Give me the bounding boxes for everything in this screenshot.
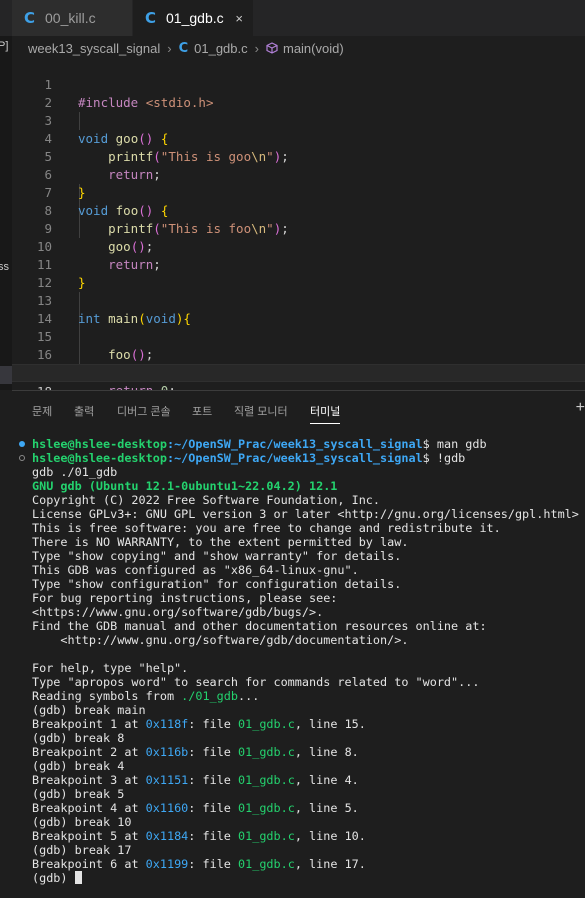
terminal-line: hslee@hslee-desktop:~/OpenSW_Prac/week13… bbox=[32, 437, 487, 451]
add-terminal-icon[interactable]: + bbox=[576, 399, 585, 417]
terminal-line: Copyright (C) 2022 Free Software Foundat… bbox=[32, 493, 381, 507]
terminal-line: (gdb) break 8 bbox=[32, 731, 125, 745]
breakpoint-line: Breakpoint 3 at 0x1151: file 01_gdb.c, l… bbox=[32, 773, 359, 787]
tab-label: 00_kill.c bbox=[45, 10, 96, 26]
code-line: 5 return; bbox=[44, 149, 161, 182]
terminal-line: There is NO WARRANTY, to the extent perm… bbox=[32, 535, 409, 549]
code-line: 11 } bbox=[36, 257, 86, 290]
tab-problems[interactable]: 문제 bbox=[32, 403, 52, 419]
terminal-line: gdb ./01_gdb bbox=[32, 465, 118, 479]
tab-terminal[interactable]: 터미널 bbox=[310, 403, 341, 424]
code-line: 9 goo(); bbox=[44, 221, 154, 254]
terminal-line: (gdb) break 17 bbox=[32, 843, 132, 857]
code-line: 17 return 0; bbox=[12, 346, 585, 398]
code-line: 13 int main(void){ bbox=[36, 293, 191, 326]
code-line: 10 return; bbox=[36, 239, 161, 272]
terminal-line: Type "show copying" and "show warranty" … bbox=[32, 549, 402, 563]
chevron-right-icon: › bbox=[167, 40, 172, 56]
side-panel-selection bbox=[0, 366, 12, 384]
code-line: 3 void goo() { bbox=[44, 113, 169, 146]
code-line: 8 printf("This is foo\n"); bbox=[44, 203, 289, 236]
terminal-line: Reading symbols from ./01_gdb... bbox=[32, 689, 260, 703]
code-line: 7 void foo() { bbox=[44, 185, 169, 218]
command-success-icon bbox=[19, 441, 25, 447]
breadcrumb-file[interactable]: 01_gdb.c bbox=[194, 41, 248, 56]
terminal-prompt-line: (gdb) bbox=[32, 871, 585, 885]
bottom-panel: 문제 출력 디버그 콘솔 포트 직렬 모니터 터미널 + hslee@hslee… bbox=[12, 390, 585, 898]
terminal-cursor bbox=[74, 871, 82, 884]
code-line-current: 18 } bbox=[12, 364, 585, 417]
tab-serial-monitor[interactable]: 직렬 모니터 bbox=[234, 403, 288, 419]
side-panel-text: P] bbox=[0, 40, 9, 52]
c-file-icon: C bbox=[145, 9, 157, 27]
side-panel-text: ss bbox=[0, 261, 9, 273]
code-line: 16 bbox=[36, 347, 52, 362]
close-icon[interactable]: × bbox=[235, 11, 243, 26]
tab-label: 01_gdb.c bbox=[166, 10, 224, 26]
breadcrumb-folder[interactable]: week13_syscall_signal bbox=[28, 41, 160, 56]
c-file-icon: C bbox=[24, 9, 36, 27]
terminal-line: (gdb) break main bbox=[32, 703, 146, 717]
terminal-line: License GPLv3+: GNU GPL version 3 or lat… bbox=[32, 507, 579, 521]
editor-tab-bar: C 00_kill.c C 01_gdb.c × bbox=[0, 0, 585, 36]
terminal-line: This GDB was configured as "x86_64-linux… bbox=[32, 563, 359, 577]
code-line: 15 foo(); bbox=[36, 329, 154, 362]
c-file-icon: C bbox=[178, 40, 189, 56]
terminal-line: <http://www.gnu.org/software/gdb/documen… bbox=[32, 633, 409, 647]
tab-ports[interactable]: 포트 bbox=[192, 403, 212, 419]
terminal-line: hslee@hslee-desktop:~/OpenSW_Prac/week13… bbox=[32, 451, 466, 465]
terminal-line: GNU gdb (Ubuntu 12.1-0ubuntu1~22.04.2) 1… bbox=[32, 479, 338, 493]
tab-debug-console[interactable]: 디버그 콘솔 bbox=[117, 403, 171, 419]
breakpoint-line: Breakpoint 5 at 0x1184: file 01_gdb.c, l… bbox=[32, 829, 366, 843]
terminal-line: Type "apropos word" to search for comman… bbox=[32, 675, 480, 689]
tab-01-gdb-c[interactable]: C 01_gdb.c × bbox=[133, 0, 253, 36]
terminal-line: <https://www.gnu.org/software/gdb/bugs/>… bbox=[32, 605, 324, 619]
breakpoint-line: Breakpoint 6 at 0x1199: file 01_gdb.c, l… bbox=[32, 857, 366, 871]
panel-tab-bar: 문제 출력 디버그 콘솔 포트 직렬 모니터 터미널 + bbox=[12, 391, 585, 429]
code-line: 1 #include <stdio.h> bbox=[44, 77, 214, 110]
code-line: 12 bbox=[36, 275, 52, 290]
terminal-output[interactable]: hslee@hslee-desktop:~/OpenSW_Prac/week13… bbox=[32, 437, 585, 885]
terminal-line: Type "show configuration" for configurat… bbox=[32, 577, 402, 591]
tab-00-kill-c[interactable]: C 00_kill.c bbox=[12, 0, 132, 36]
terminal-line: Find the GDB manual and other documentat… bbox=[32, 619, 487, 633]
chevron-right-icon: › bbox=[254, 40, 259, 56]
breakpoint-line: Breakpoint 1 at 0x118f: file 01_gdb.c, l… bbox=[32, 717, 366, 731]
symbol-method-icon bbox=[266, 42, 278, 54]
terminal-line: (gdb) break 5 bbox=[32, 787, 125, 801]
breadcrumb: week13_syscall_signal › C 01_gdb.c › mai… bbox=[28, 38, 344, 58]
terminal-line: (gdb) break 4 bbox=[32, 759, 125, 773]
breakpoint-line: Breakpoint 2 at 0x116b: file 01_gdb.c, l… bbox=[32, 745, 359, 759]
code-editor[interactable]: 1 #include <stdio.h> 2 3 void goo() { 4 … bbox=[12, 58, 585, 417]
code-line: 14 bbox=[36, 311, 52, 326]
command-running-icon bbox=[19, 455, 25, 461]
code-line: 4 printf("This is goo\n"); bbox=[44, 131, 289, 164]
tab-output[interactable]: 출력 bbox=[74, 403, 94, 419]
code-line: 2 bbox=[44, 95, 52, 110]
terminal-line: For bug reporting instructions, please s… bbox=[32, 591, 338, 605]
code-line: 6 } bbox=[44, 167, 86, 200]
breadcrumb-symbol[interactable]: main(void) bbox=[283, 41, 344, 56]
side-panel-edge: P] ss bbox=[0, 36, 12, 390]
terminal-line: This is free software: you are free to c… bbox=[32, 521, 501, 535]
terminal-line: (gdb) break 10 bbox=[32, 815, 132, 829]
terminal-line: For help, type "help". bbox=[32, 661, 189, 675]
breakpoint-line: Breakpoint 4 at 0x1160: file 01_gdb.c, l… bbox=[32, 801, 359, 815]
